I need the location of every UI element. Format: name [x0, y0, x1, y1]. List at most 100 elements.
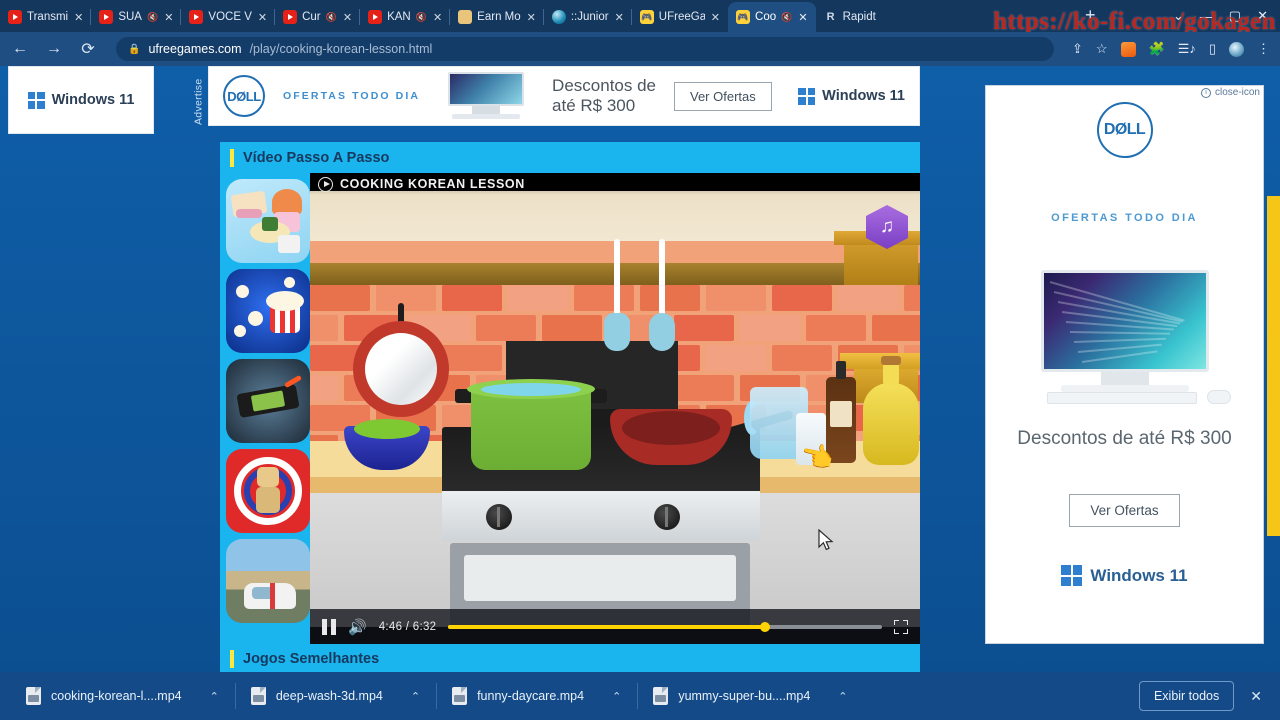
reload-button[interactable]: ⟳ — [78, 39, 98, 59]
reading-list-icon[interactable]: ☰♪ — [1178, 41, 1196, 57]
top-banner-headline: Descontos de até R$ 300 — [552, 76, 656, 115]
racing-car-game-thumb[interactable] — [225, 539, 310, 623]
youtube-icon — [99, 10, 114, 24]
r-icon: R — [826, 11, 835, 23]
top-banner-tagline: OFERTAS TODO DIA — [283, 90, 421, 102]
right-ad-cta-button[interactable]: Ver Ofertas — [1069, 494, 1180, 527]
download-menu-caret-icon[interactable]: ⌃ — [210, 690, 219, 703]
right-ad-tagline: OFERTAS TODO DIA — [1051, 212, 1198, 224]
top-banner-cta-button[interactable]: Ver Ofertas — [674, 81, 772, 111]
close-window-button[interactable]: ✕ — [1257, 8, 1268, 24]
top-banner-ad[interactable]: DØLL OFERTAS TODO DIA Descontos de até R… — [208, 66, 920, 126]
tab-close-button[interactable]: ✕ — [342, 11, 353, 24]
download-filename: yummy-super-bu....mp4 — [678, 689, 811, 703]
close-icon[interactable]: close-icon — [1215, 87, 1260, 98]
game-thumbnail-rail[interactable] — [220, 173, 315, 644]
tab-close-button[interactable]: ✕ — [614, 11, 625, 24]
tab-mute-icon[interactable]: 🔇 — [147, 12, 158, 23]
tab-close-button[interactable]: ✕ — [257, 11, 268, 24]
fullscreen-icon[interactable] — [894, 619, 908, 634]
download-item[interactable]: deep-wash-3d.mp4 ⌃ — [234, 677, 436, 715]
show-all-downloads-button[interactable]: Exibir todos — [1138, 681, 1235, 711]
browser-tab-3[interactable]: Cur 🔇 ✕ — [274, 2, 360, 32]
tab-close-button[interactable]: ✕ — [73, 11, 84, 24]
play-badge-icon — [318, 176, 333, 192]
monitor-illustration — [1025, 270, 1231, 404]
pause-button[interactable] — [322, 618, 336, 635]
dell-logo-icon: DØLL — [1096, 102, 1153, 158]
tab-mute-icon[interactable]: 🔇 — [326, 12, 337, 23]
browser-tab-2[interactable]: VOCÊ V ✕ — [180, 2, 275, 32]
adchoices-controls[interactable]: i close-icon — [1200, 87, 1260, 98]
download-menu-caret-icon[interactable]: ⌃ — [838, 690, 847, 703]
keyboard-illustration — [1046, 392, 1197, 404]
minimize-button[interactable]: — — [1200, 9, 1213, 24]
downloads-bar-actions[interactable]: Exibir todos ✕ — [1138, 681, 1270, 711]
bookmark-star-icon[interactable]: ☆ — [1096, 41, 1108, 57]
download-menu-caret-icon[interactable]: ⌃ — [612, 690, 621, 703]
cake-dessert-game-thumb[interactable] — [225, 179, 310, 263]
spatula-icon — [604, 313, 630, 351]
tab-close-button[interactable]: ✕ — [526, 11, 537, 24]
video-scene: 👈 ♫ — [310, 191, 920, 627]
stove-knob-right[interactable] — [654, 504, 680, 530]
info-icon[interactable]: i — [1200, 87, 1211, 98]
browser-tab-4[interactable]: KAN 🔇 ✕ — [359, 2, 450, 32]
monitor-illustration — [438, 72, 534, 120]
fox-extension-icon[interactable] — [1120, 41, 1136, 57]
browser-tab-title: Rapidt — [842, 11, 876, 23]
browser-tab-6[interactable]: ::Junior ✕ — [542, 2, 632, 32]
right-ad-headline: Descontos de até R$ 300 — [1017, 428, 1232, 449]
address-bar[interactable]: 🔒 ufreegames.com/play/cooking-korean-les… — [116, 37, 1054, 61]
browser-tab-1[interactable]: SUA 🔇 ✕ — [90, 2, 181, 32]
browser-tab-7[interactable]: UFreeGa ✕ — [630, 2, 728, 32]
close-downloads-bar-button[interactable]: ✕ — [1250, 688, 1262, 705]
left-ad-panel[interactable]: Windows 11 — [8, 66, 154, 134]
downloads-bar[interactable]: cooking-korean-l....mp4 ⌃ deep-wash-3d.mp4… — [0, 672, 1280, 720]
right-sidebar-ad[interactable]: i close-icon DØLL OFERTAS TODO DIA Desco… — [985, 85, 1264, 644]
tab-close-button[interactable]: ✕ — [432, 11, 443, 24]
new-tab-button[interactable]: + — [1085, 5, 1096, 26]
browser-tab-8[interactable]: Coo 🔇 ✕ — [728, 2, 816, 32]
maximize-button[interactable]: ▢ — [1229, 8, 1241, 24]
video-file-icon — [250, 687, 266, 705]
puzzle-extension-icon[interactable]: 🧩 — [1149, 41, 1165, 57]
video-progress-bar[interactable] — [448, 621, 882, 632]
tab-search-chevron-icon[interactable]: ⌄ — [1173, 8, 1184, 24]
tab-mute-icon[interactable]: 🔇 — [781, 12, 792, 23]
car-crash-game-thumb[interactable] — [225, 359, 310, 443]
tab-close-button[interactable]: ✕ — [797, 11, 808, 24]
browser-tab-title: SUA — [118, 11, 142, 23]
browser-tab-9[interactable]: R Rapidt — [816, 2, 883, 32]
window-controls[interactable]: ⌄ — ▢ ✕ — [1173, 0, 1280, 32]
youtube-icon — [368, 10, 383, 24]
stove-knob-left[interactable] — [486, 504, 512, 530]
popcorn-game-thumb[interactable] — [225, 269, 310, 353]
pointing-hand-icon: 👈 — [797, 438, 837, 476]
youtube-icon — [189, 10, 204, 24]
download-menu-caret-icon[interactable]: ⌃ — [411, 690, 420, 703]
download-item[interactable]: funny-daycare.mp4 ⌃ — [436, 677, 637, 715]
back-button[interactable]: ← — [10, 40, 30, 58]
download-filename: cooking-korean-l....mp4 — [51, 689, 182, 703]
download-item[interactable]: yummy-super-bu....mp4 ⌃ — [637, 677, 863, 715]
browser-tab-0[interactable]: Transmi ✕ — [0, 2, 91, 32]
video-controls[interactable]: 🔊 4:46 / 6:32 — [310, 609, 920, 644]
share-icon[interactable]: ⇪ — [1072, 41, 1083, 57]
oil-jug[interactable] — [863, 356, 919, 465]
three-dot-menu-icon[interactable]: ⋮ — [1257, 41, 1270, 57]
forward-button[interactable]: → — [44, 40, 64, 58]
volume-on-icon[interactable]: 🔊 — [348, 618, 367, 636]
video-player[interactable]: COOKING KOREAN LESSON 👈 ♫ 🔊 4:46 / 6:32 — [310, 173, 920, 644]
tab-close-button[interactable]: ✕ — [163, 11, 174, 24]
game-icon — [639, 10, 654, 24]
book-icon — [458, 10, 473, 24]
browser-tab-5[interactable]: Earn Mo ✕ — [449, 2, 544, 32]
mouse-illustration — [1206, 390, 1231, 404]
kick-the-buddy-game-thumb[interactable] — [225, 449, 310, 533]
tab-close-button[interactable]: ✕ — [710, 11, 721, 24]
side-panel-icon[interactable]: ▯ — [1209, 41, 1216, 57]
tab-mute-icon[interactable]: 🔇 — [416, 12, 427, 23]
profile-avatar-icon[interactable] — [1229, 41, 1244, 57]
download-item[interactable]: cooking-korean-l....mp4 ⌃ — [10, 677, 235, 715]
